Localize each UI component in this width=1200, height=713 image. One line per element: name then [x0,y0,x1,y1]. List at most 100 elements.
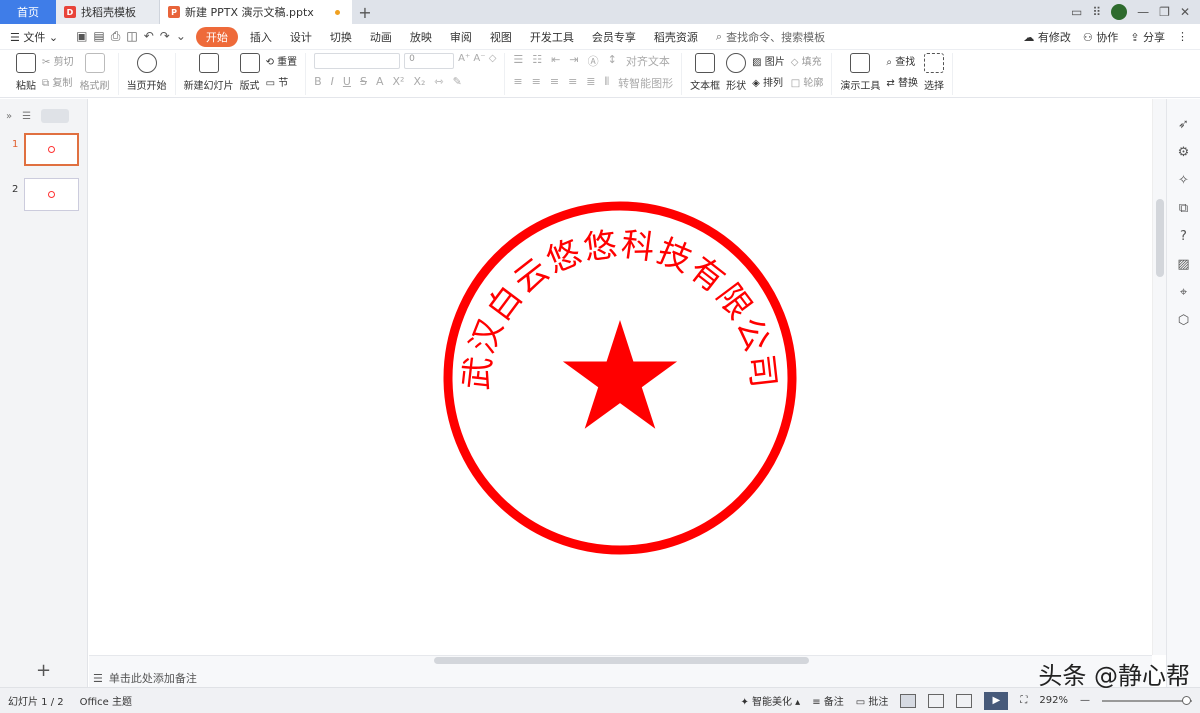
bold-icon[interactable]: B [314,75,322,88]
indent-icon[interactable]: ⇤ [551,53,560,69]
undo-icon[interactable]: ↶ [144,29,154,44]
slideshow-play-button[interactable]: ▶ [984,691,1009,710]
animation-icon[interactable]: ✧ [1178,173,1189,188]
save-icon[interactable]: ▣ [76,29,87,44]
columns-icon[interactable]: ⫴ [605,75,610,91]
present-tools-button[interactable]: 演示工具 [840,53,880,92]
align-center-icon[interactable]: ≡ [532,75,541,91]
numbering-icon[interactable]: ☷ [532,53,542,69]
zoom-out-button[interactable]: — [1080,695,1090,706]
minimize-button[interactable]: — [1137,5,1149,19]
tab-developer[interactable]: 开发工具 [530,29,574,45]
zoom-knob[interactable] [1182,695,1191,705]
customize-toolbar-icon[interactable]: ⌄ [176,29,186,44]
tab-review[interactable]: 审阅 [450,29,472,45]
layout-button[interactable]: 版式 [239,53,260,92]
tab-template[interactable]: D 找稻壳模板 [56,0,160,24]
horizontal-scroll-thumb[interactable] [434,657,809,664]
align-left-icon[interactable]: ≡ [513,75,522,91]
print-preview-icon[interactable]: ◫ [126,29,137,44]
new-slide-button[interactable]: 新建幻灯片 [184,53,234,92]
zoom-slider[interactable] [1102,695,1192,705]
play-current-button[interactable]: 当页开始 [127,53,167,92]
thumbnail-view-toggle[interactable] [41,109,70,123]
help-icon[interactable]: ? [1180,229,1187,244]
cube-icon[interactable]: ⬡ [1178,313,1189,328]
slide-thumbnail-1[interactable]: 1 [12,133,87,166]
copy-button[interactable]: ⧉ 复制 [42,74,74,89]
tab-docer[interactable]: 稻壳资源 [654,29,698,45]
restore-button[interactable]: ❐ [1159,5,1170,19]
tab-transition[interactable]: 切换 [330,29,352,45]
fit-window-icon[interactable]: ⛶ [1020,695,1027,706]
tab-design[interactable]: 设计 [290,29,312,45]
outline-view-icon[interactable]: ☰ [22,111,31,122]
format-painter-button[interactable]: 格式刷 [80,53,110,92]
font-family-select[interactable] [314,53,401,69]
superscript-icon[interactable]: X² [393,75,405,88]
file-menu[interactable]: ☰ 文件 ⌄ [10,29,58,45]
font-size-select[interactable]: 0 [404,53,455,69]
apps-grid-icon[interactable]: ⠿ [1092,5,1101,19]
reset-button[interactable]: ⟲ 重置 [266,53,298,68]
font-grow-icon[interactable]: A⁺ A⁻ ◇ [458,53,496,69]
fill-button[interactable]: ◇ 填充 [791,53,824,68]
collab-button[interactable]: ⚇ 协作 [1083,29,1118,45]
outdent-icon[interactable]: ⇥ [569,53,578,69]
tab-home[interactable]: 首页 [0,0,56,24]
find-button[interactable]: ⌕ 查找 [886,53,918,68]
align-text-button[interactable]: 对齐文本 [626,53,670,69]
comments-button[interactable]: ▭ 批注 [856,693,889,708]
normal-view-button[interactable] [900,693,917,708]
company-seal[interactable]: 武汉白云悠悠科技有限公司 [440,198,800,558]
font-color-icon[interactable]: A [376,75,384,88]
smart-beautify-button[interactable]: ✦ 智能美化 ▴ [740,693,800,708]
tab-member[interactable]: 会员专享 [592,29,636,45]
bullets-icon[interactable]: ☰ [513,53,523,69]
tab-view[interactable]: 视图 [490,29,512,45]
collapse-panel-icon[interactable]: » [6,111,12,122]
align-right-icon[interactable]: ≡ [550,75,559,91]
zoom-level[interactable]: 292% [1039,695,1068,706]
picture-button[interactable]: ▨ 图片 [752,53,785,68]
layout-icon[interactable]: ▭ [1071,5,1082,19]
outline-button[interactable]: □ 轮廓 [791,74,824,89]
shape-button[interactable]: 形状 [726,53,747,92]
tab-start[interactable]: 开始 [195,26,238,47]
sorter-view-button[interactable] [928,693,945,708]
select-button[interactable]: 选择 [923,53,944,92]
reading-view-button[interactable] [956,693,973,708]
replace-button[interactable]: ⇄ 替换 [886,74,918,89]
rocket-icon[interactable]: ➶ [1178,117,1189,132]
line-spacing-icon[interactable]: ↕ [608,53,617,69]
image-tool-icon[interactable]: ▨ [1177,257,1189,272]
tab-insert[interactable]: 插入 [250,29,272,45]
notes-placeholder[interactable]: 单击此处添加备注 [109,670,197,686]
slide-canvas[interactable]: 武汉白云悠悠科技有限公司 [89,99,1152,655]
notes-toggle-button[interactable]: ≡ 备注 [812,693,844,708]
highlight-icon[interactable]: ✎ [453,75,462,88]
add-slide-button[interactable]: + [36,660,51,681]
command-search[interactable]: ⌕ 查找命令、搜索模板 [716,29,825,45]
underline-icon[interactable]: U [343,75,351,88]
properties-icon[interactable]: ⚙ [1178,145,1190,160]
char-spacing-icon[interactable]: ⇿ [434,75,443,88]
section-button[interactable]: ▭ 节 [266,74,298,89]
tab-document[interactable]: P 新建 PPTX 演示文稿.pptx [160,0,352,24]
italic-icon[interactable]: I [331,75,334,88]
location-icon[interactable]: ⌖ [1180,285,1187,300]
subscript-icon[interactable]: X₂ [413,75,425,88]
vertical-scrollbar[interactable] [1152,99,1166,655]
slide-thumbnail-2[interactable]: 2 [12,178,87,211]
tab-slideshow[interactable]: 放映 [410,29,432,45]
strikethrough-icon[interactable]: S [360,75,367,88]
notes-bar[interactable]: ☰ 单击此处添加备注 [89,655,1152,687]
modified-button[interactable]: ☁ 有修改 [1023,29,1071,45]
redo-icon[interactable]: ↷ [160,29,170,44]
share-button[interactable]: ⇪ 分享 [1130,29,1165,45]
arrange-button[interactable]: ◈ 排列 [752,74,785,89]
justify-icon[interactable]: ≡ [568,75,577,91]
vertical-scroll-thumb[interactable] [1156,199,1164,277]
cut-button[interactable]: ✂ 剪切 [42,53,74,68]
paste-button[interactable]: 粘贴 [16,53,36,92]
